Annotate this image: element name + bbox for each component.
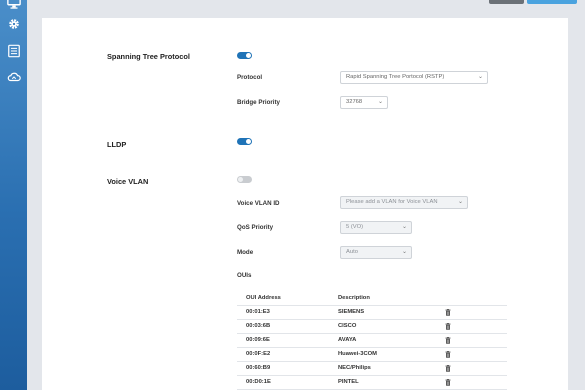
mode-select[interactable]: Auto ⌄: [340, 246, 412, 259]
row-divider: [237, 319, 507, 320]
voice-vlan-label: Voice VLAN: [107, 177, 149, 186]
oui-address-header: OUI Address: [246, 295, 281, 301]
gear-icon[interactable]: [5, 15, 22, 32]
monitor-icon[interactable]: [5, 0, 22, 11]
lldp-toggle[interactable]: [237, 138, 252, 145]
oui-address-cell: 00:01:E3: [246, 309, 270, 315]
toggle-knob: [238, 177, 243, 182]
oui-description-cell: CISCO: [338, 323, 357, 329]
row-divider: [237, 375, 507, 376]
chevron-down-icon: ⌄: [477, 74, 483, 80]
switch-settings-panel: Spanning Tree Protocol Protocol Rapid Sp…: [42, 18, 568, 390]
oui-address-cell: 00:0F:E2: [246, 351, 271, 357]
lldp-label: LLDP: [107, 140, 127, 149]
voice-vlan-toggle[interactable]: [237, 176, 252, 183]
trash-icon[interactable]: [445, 309, 451, 316]
bridge-priority-select[interactable]: 32768 ⌄: [340, 96, 388, 109]
qos-priority-value: 5 (VO): [346, 224, 364, 230]
chevron-down-icon: ⌄: [377, 99, 383, 105]
oui-address-cell: 00:03:6B: [246, 323, 271, 329]
toggle-knob: [246, 139, 251, 144]
protocol-value: Rapid Spanning Tree Portocol (RSTP): [346, 74, 445, 80]
chevron-down-icon: ⌄: [457, 199, 463, 205]
bridge-priority-label: Bridge Priority: [237, 99, 280, 106]
qos-priority-select[interactable]: 5 (VO) ⌄: [340, 221, 412, 234]
oui-description-cell: NEC/Philips: [338, 365, 371, 371]
mode-value: Auto: [346, 249, 358, 255]
voice-vlan-id-value: Please add a VLAN for Voice VLAN: [346, 199, 438, 205]
trash-icon[interactable]: [445, 365, 451, 372]
description-header: Description: [338, 295, 370, 301]
protocol-label: Protocol: [237, 74, 263, 81]
chevron-down-icon: ⌄: [401, 224, 407, 230]
row-divider: [237, 347, 507, 348]
ouis-label: OUIs: [237, 272, 252, 279]
table-header-divider: [237, 305, 507, 306]
row-divider: [237, 361, 507, 362]
trash-icon[interactable]: [445, 351, 451, 358]
cancel-button[interactable]: [489, 0, 524, 4]
protocol-select[interactable]: Rapid Spanning Tree Portocol (RSTP) ⌄: [340, 71, 488, 84]
stp-label: Spanning Tree Protocol: [107, 52, 190, 61]
oui-address-cell: 00:D0:1E: [246, 379, 271, 385]
list-icon[interactable]: [5, 42, 22, 59]
trash-icon[interactable]: [445, 379, 451, 386]
oui-description-cell: SIEMENS: [338, 309, 365, 315]
voice-vlan-id-select[interactable]: Please add a VLAN for Voice VLAN ⌄: [340, 196, 468, 209]
chevron-down-icon: ⌄: [401, 249, 407, 255]
stp-toggle[interactable]: [237, 52, 252, 59]
toggle-knob: [246, 53, 251, 58]
oui-address-cell: 00:60:B9: [246, 365, 271, 371]
sidebar: [0, 0, 27, 390]
bridge-priority-value: 32768: [346, 99, 363, 105]
cloud-icon[interactable]: [5, 68, 22, 85]
oui-description-cell: AVAYA: [338, 337, 357, 343]
mode-label: Mode: [237, 249, 254, 256]
trash-icon[interactable]: [445, 337, 451, 344]
voice-vlan-id-label: Voice VLAN ID: [237, 200, 280, 207]
oui-description-cell: PINTEL: [338, 379, 359, 385]
oui-address-cell: 00:09:6E: [246, 337, 270, 343]
qos-priority-label: QoS Priority: [237, 224, 274, 231]
oui-description-cell: Huawei-3COM: [338, 351, 377, 357]
row-divider: [237, 333, 507, 334]
trash-icon[interactable]: [445, 323, 451, 330]
save-button[interactable]: [527, 0, 577, 4]
